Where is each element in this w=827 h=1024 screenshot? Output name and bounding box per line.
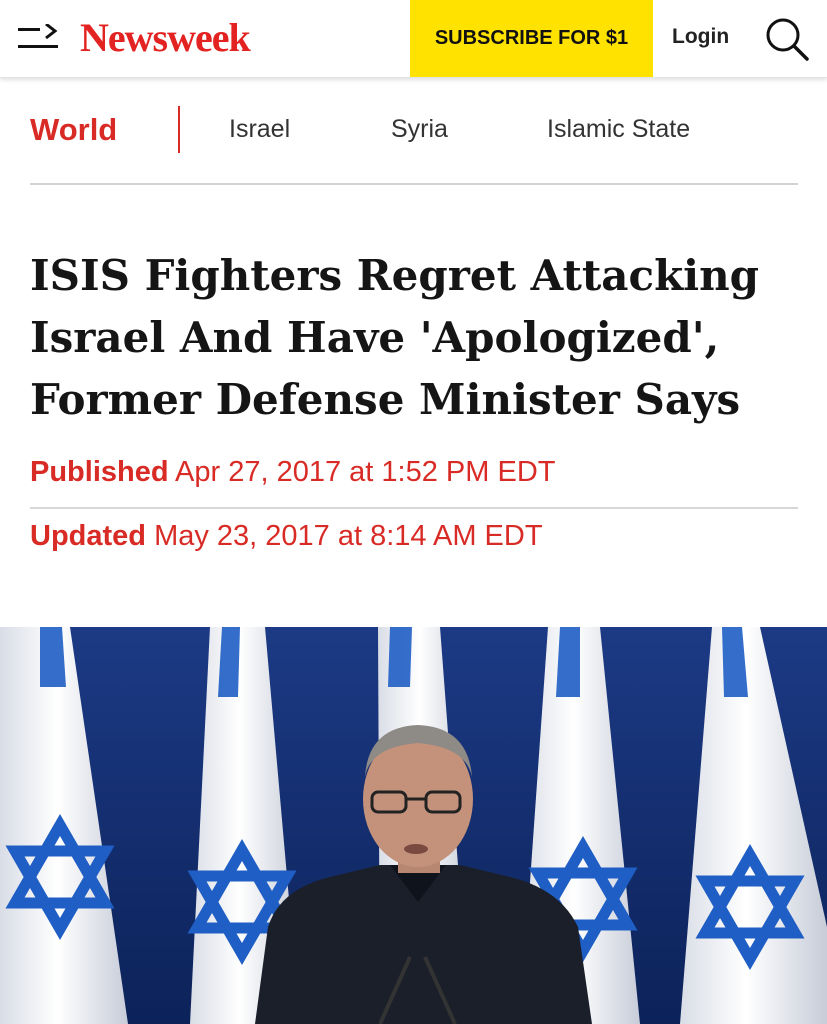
nav-divider — [178, 106, 180, 153]
updated-label: Updated — [30, 520, 146, 552]
section-world-link[interactable]: World — [30, 112, 117, 148]
topic-syria-link[interactable]: Syria — [391, 115, 448, 144]
updated-date: May 23, 2017 at 8:14 AM EDT — [154, 520, 543, 552]
article-headline: ISIS Fighters Regret Attacking Israel An… — [30, 251, 760, 424]
search-icon[interactable] — [764, 16, 810, 62]
topic-israel-link[interactable]: Israel — [229, 115, 290, 144]
login-link[interactable]: Login — [672, 25, 729, 49]
updated-dateline: Updated May 23, 2017 at 8:14 AM EDT — [30, 520, 543, 553]
section-nav: World Israel Syria Islamic State — [30, 100, 798, 185]
newsweek-logo[interactable]: Newsweek — [80, 18, 251, 58]
subscribe-button[interactable]: SUBSCRIBE FOR $1 — [410, 0, 653, 77]
published-date: Apr 27, 2017 at 1:52 PM EDT — [175, 456, 556, 488]
topic-islamic-state-link[interactable]: Islamic State — [547, 115, 690, 144]
article-hero-image — [0, 627, 827, 1024]
menu-icon[interactable] — [18, 24, 60, 52]
site-header: Newsweek SUBSCRIBE FOR $1 Login — [0, 0, 827, 78]
published-dateline: Published Apr 27, 2017 at 1:52 PM EDT — [30, 456, 555, 489]
published-label: Published — [30, 456, 169, 488]
date-divider — [30, 507, 798, 509]
